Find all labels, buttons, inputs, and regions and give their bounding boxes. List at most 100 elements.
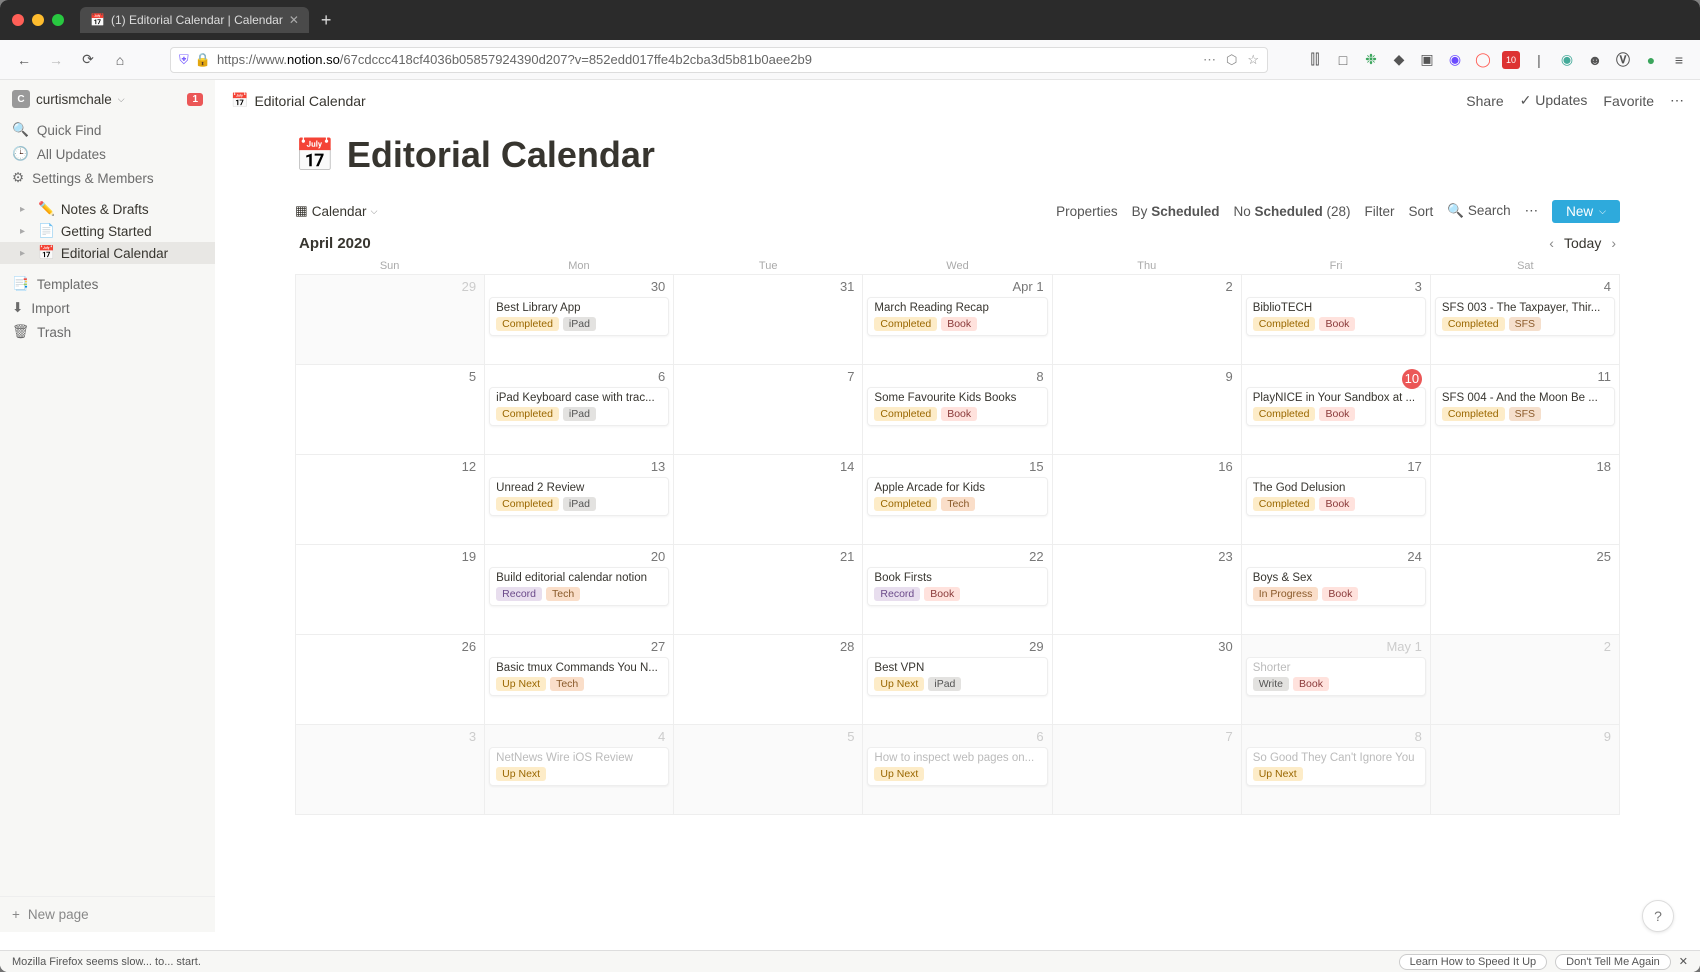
view-selector[interactable]: ▦ Calendar ⌵ xyxy=(295,203,377,219)
page-actions-icon[interactable]: ⋯ xyxy=(1203,52,1216,68)
new-button[interactable]: New ⌵ xyxy=(1552,200,1620,223)
calendar-cell[interactable]: 5 xyxy=(674,725,863,815)
sort-button[interactable]: Sort xyxy=(1409,204,1434,219)
close-icon[interactable]: ✕ xyxy=(1679,955,1688,968)
calendar-event[interactable]: NetNews Wire iOS ReviewUp Next xyxy=(489,747,669,786)
sidebar-tool-templates[interactable]: 📑Templates xyxy=(0,272,215,296)
calendar-cell[interactable]: Apr 1March Reading RecapCompletedBook xyxy=(863,275,1052,365)
calendar-cell[interactable]: 9 xyxy=(1053,365,1242,455)
calendar-event[interactable]: Boys & SexIn ProgressBook xyxy=(1246,567,1426,606)
extension-icon[interactable]: ◉ xyxy=(1558,51,1576,69)
calendar-event[interactable]: Book FirstsRecordBook xyxy=(867,567,1047,606)
calendar-cell[interactable]: 8Some Favourite Kids BooksCompletedBook xyxy=(863,365,1052,455)
dismiss-button[interactable]: Don't Tell Me Again xyxy=(1555,954,1671,970)
prev-month-button[interactable]: ‹ xyxy=(1549,235,1554,251)
calendar-cell[interactable]: 12 xyxy=(296,455,485,545)
calendar-cell[interactable]: 22Book FirstsRecordBook xyxy=(863,545,1052,635)
library-icon[interactable]: ⫿⫿ xyxy=(1306,51,1324,69)
calendar-event[interactable]: March Reading RecapCompletedBook xyxy=(867,297,1047,336)
page-item-getting-started[interactable]: ▸📄Getting Started xyxy=(0,220,215,242)
tab-close-icon[interactable]: ✕ xyxy=(289,13,299,27)
calendar-cell[interactable]: 2 xyxy=(1431,635,1620,725)
sidebar-tool-trash[interactable]: 🗑Trash xyxy=(0,320,215,344)
calendar-event[interactable]: Best VPNUp NextiPad xyxy=(867,657,1047,696)
extension-icon[interactable]: ◆ xyxy=(1390,51,1408,69)
more-button[interactable]: ⋯ xyxy=(1525,203,1539,219)
calendar-event[interactable]: iPad Keyboard case with trac...Completed… xyxy=(489,387,669,426)
group-by[interactable]: By Scheduled xyxy=(1132,204,1220,219)
calendar-cell[interactable]: 27Basic tmux Commands You N...Up NextTec… xyxy=(485,635,674,725)
shield-icon[interactable]: ⛨ xyxy=(179,52,189,68)
reload-button[interactable]: ⟳ xyxy=(76,48,100,72)
calendar-cell[interactable]: 24Boys & SexIn ProgressBook xyxy=(1242,545,1431,635)
workspace-switcher[interactable]: C curtismchale ⌵ 1 xyxy=(0,80,215,118)
today-button[interactable]: Today xyxy=(1564,235,1601,251)
calendar-cell[interactable]: 28 xyxy=(674,635,863,725)
breadcrumb[interactable]: 📅 Editorial Calendar xyxy=(231,92,366,109)
properties-button[interactable]: Properties xyxy=(1056,204,1118,219)
calendar-cell[interactable]: 26 xyxy=(296,635,485,725)
favorite-button[interactable]: Favorite xyxy=(1603,93,1654,109)
calendar-cell[interactable]: 6How to inspect web pages on...Up Next xyxy=(863,725,1052,815)
sidebar-item-settings-&-members[interactable]: ⚙Settings & Members xyxy=(0,166,215,190)
calendar-cell[interactable]: 9 xyxy=(1431,725,1620,815)
calendar-event[interactable]: SFS 003 - The Taxpayer, Thir...Completed… xyxy=(1435,297,1615,336)
extension-icon[interactable]: 10 xyxy=(1502,51,1520,69)
calendar-cell[interactable]: 13Unread 2 ReviewCompletediPad xyxy=(485,455,674,545)
calendar-cell[interactable]: 8So Good They Can't Ignore YouUp Next xyxy=(1242,725,1431,815)
search-button[interactable]: 🔍 Search xyxy=(1447,203,1510,219)
browser-tab[interactable]: 📅 (1) Editorial Calendar | Calendar ✕ xyxy=(80,7,309,33)
sidebar-item-quick-find[interactable]: 🔍Quick Find xyxy=(0,118,215,142)
extension-icon[interactable]: ❉ xyxy=(1362,51,1380,69)
bookmark-star-icon[interactable]: ☆ xyxy=(1247,52,1259,68)
page-item-editorial-calendar[interactable]: ▸📅Editorial Calendar xyxy=(0,242,215,264)
calendar-cell[interactable]: 18 xyxy=(1431,455,1620,545)
extension-icon[interactable]: ◉ xyxy=(1446,51,1464,69)
calendar-cell[interactable]: 5 xyxy=(296,365,485,455)
calendar-cell[interactable]: 20Build editorial calendar notionRecordT… xyxy=(485,545,674,635)
back-button[interactable]: ← xyxy=(12,48,36,72)
url-bar[interactable]: ⛨ 🔒 https://www.notion.so/67cdccc418cf40… xyxy=(170,47,1268,73)
new-page-button[interactable]: + New page xyxy=(0,896,215,932)
new-tab-button[interactable]: + xyxy=(321,10,332,31)
calendar-cell[interactable]: 15Apple Arcade for KidsCompletedTech xyxy=(863,455,1052,545)
calendar-event[interactable]: Basic tmux Commands You N...Up NextTech xyxy=(489,657,669,696)
calendar-event[interactable]: PlayNICE in Your Sandbox at ...Completed… xyxy=(1246,387,1426,426)
calendar-cell[interactable]: 25 xyxy=(1431,545,1620,635)
calendar-event[interactable]: SFS 004 - And the Moon Be ...CompletedSF… xyxy=(1435,387,1615,426)
home-button[interactable]: ⌂ xyxy=(108,48,132,72)
calendar-event[interactable]: Some Favourite Kids BooksCompletedBook xyxy=(867,387,1047,426)
calendar-cell[interactable]: 29Best VPNUp NextiPad xyxy=(863,635,1052,725)
calendar-cell[interactable]: 29 xyxy=(296,275,485,365)
share-button[interactable]: Share xyxy=(1466,93,1503,109)
calendar-cell[interactable]: 4SFS 003 - The Taxpayer, Thir...Complete… xyxy=(1431,275,1620,365)
menu-icon[interactable]: ≡ xyxy=(1670,51,1688,69)
forward-button[interactable]: → xyxy=(44,48,68,72)
calendar-cell[interactable]: 30Best Library AppCompletediPad xyxy=(485,275,674,365)
extension-icon[interactable]: | xyxy=(1530,51,1548,69)
page-item-notes-&-drafts[interactable]: ▸✏️Notes & Drafts xyxy=(0,198,215,220)
extension-icon[interactable]: Ⓥ xyxy=(1614,51,1632,69)
calendar-cell[interactable]: 31 xyxy=(674,275,863,365)
calendar-event[interactable]: So Good They Can't Ignore YouUp Next xyxy=(1246,747,1426,786)
calendar-event[interactable]: Build editorial calendar notionRecordTec… xyxy=(489,567,669,606)
more-icon[interactable]: ⋯ xyxy=(1670,92,1684,109)
calendar-cell[interactable]: 17The God DelusionCompletedBook xyxy=(1242,455,1431,545)
calendar-cell[interactable]: 10PlayNICE in Your Sandbox at ...Complet… xyxy=(1242,365,1431,455)
calendar-event[interactable]: The God DelusionCompletedBook xyxy=(1246,477,1426,516)
calendar-event[interactable]: Best Library AppCompletediPad xyxy=(489,297,669,336)
toggle-icon[interactable]: ▸ xyxy=(20,204,32,215)
page-icon[interactable]: 📅 xyxy=(295,136,335,174)
filter-indicator[interactable]: No Scheduled (28) xyxy=(1233,204,1350,219)
calendar-cell[interactable]: 21 xyxy=(674,545,863,635)
calendar-cell[interactable]: 19 xyxy=(296,545,485,635)
learn-button[interactable]: Learn How to Speed It Up xyxy=(1399,954,1548,970)
calendar-cell[interactable]: 3 xyxy=(296,725,485,815)
calendar-cell[interactable]: 30 xyxy=(1053,635,1242,725)
calendar-cell[interactable]: 4NetNews Wire iOS ReviewUp Next xyxy=(485,725,674,815)
calendar-cell[interactable]: 11SFS 004 - And the Moon Be ...Completed… xyxy=(1431,365,1620,455)
window-close[interactable] xyxy=(12,14,24,26)
calendar-cell[interactable]: 2 xyxy=(1053,275,1242,365)
calendar-event[interactable]: Unread 2 ReviewCompletediPad xyxy=(489,477,669,516)
updates-button[interactable]: ✓ Updates xyxy=(1520,92,1588,109)
